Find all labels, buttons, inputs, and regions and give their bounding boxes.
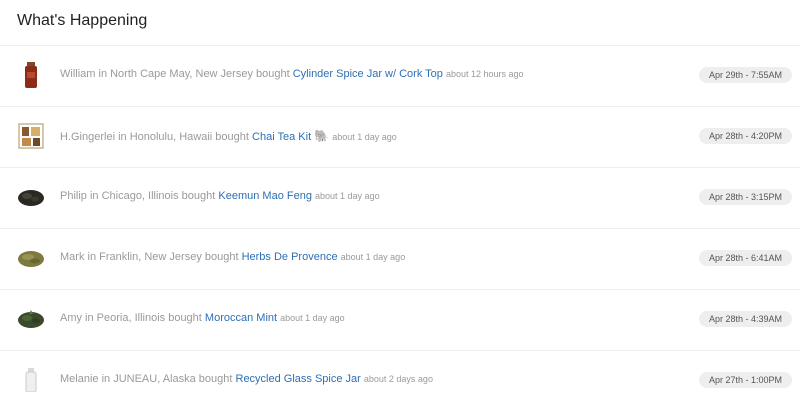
list-item: Melanie in JUNEAU, Alaska bought Recycle… [0,350,800,411]
timestamp-badge: Apr 28th - 3:15PM [698,189,792,205]
list-item: Philip in Chicago, Illinois bought Keemu… [0,167,800,228]
list-item: Mark in Franklin, New Jersey bought Herb… [0,228,800,289]
timestamp-badge: Apr 28th - 4:20PM [698,128,792,144]
tea-leaves-icon[interactable] [16,182,46,212]
activity-text: Melanie in JUNEAU, Alaska bought Recycle… [60,373,433,385]
relative-time: about 1 day ago [332,132,397,142]
activity-text: H.Gingerlei in Honolulu, Hawaii bought C… [60,129,397,143]
activity-text: Amy in Peoria, Illinois bought Moroccan … [60,312,345,324]
glass-jar-icon[interactable] [16,365,46,395]
product-link[interactable]: Herbs De Provence [242,251,338,263]
relative-time: about 1 day ago [315,191,380,201]
timestamp-badge: Apr 28th - 4:39AM [698,311,792,327]
buyer-location: Mark in Franklin, New Jersey bought [60,251,239,263]
buyer-location: Amy in Peoria, Illinois bought [60,312,202,324]
list-item: Amy in Peoria, Illinois bought Moroccan … [0,289,800,350]
relative-time: about 1 day ago [340,252,406,262]
buyer-location: Philip in Chicago, Illinois bought [60,190,216,202]
buyer-location: William in North Cape May, New Jersey bo… [60,68,290,80]
buyer-location: H.Gingerlei in Honolulu, Hawaii bought [60,131,249,143]
timestamp-badge: Apr 28th - 6:41AM [698,250,792,266]
product-link[interactable]: Moroccan Mint [205,312,277,324]
activity-text: Mark in Franklin, New Jersey bought Herb… [60,251,405,263]
product-link[interactable]: Cylinder Spice Jar w/ Cork Top [293,68,443,80]
activity-text: William in North Cape May, New Jersey bo… [60,68,524,80]
herbs-icon[interactable] [16,243,46,273]
page-title: What's Happening [17,12,148,29]
product-link[interactable]: Keemun Mao Feng [218,190,312,202]
tea-kit-icon[interactable] [16,121,46,151]
list-item: H.Gingerlei in Honolulu, Hawaii bought C… [0,106,800,167]
product-link[interactable]: Chai Tea Kit [252,131,311,143]
product-link[interactable]: Recycled Glass Spice Jar [236,373,361,385]
whats-happening-panel: What's Happening William in North Cape M… [0,0,800,403]
buyer-location: Melanie in JUNEAU, Alaska bought [60,373,233,385]
list-item: William in North Cape May, New Jersey bo… [0,45,800,106]
timestamp-badge: Apr 29th - 7:55AM [698,67,792,83]
relative-time: about 2 days ago [363,374,433,384]
elephant-icon: 🐘 [314,129,330,143]
relative-time: about 1 day ago [280,313,345,323]
relative-time: about 12 hours ago [445,69,524,79]
timestamp-badge: Apr 27th - 1:00PM [698,372,792,388]
spice-jar-icon[interactable] [16,60,46,90]
activity-text: Philip in Chicago, Illinois bought Keemu… [60,190,380,202]
mint-leaves-icon[interactable] [16,304,46,334]
